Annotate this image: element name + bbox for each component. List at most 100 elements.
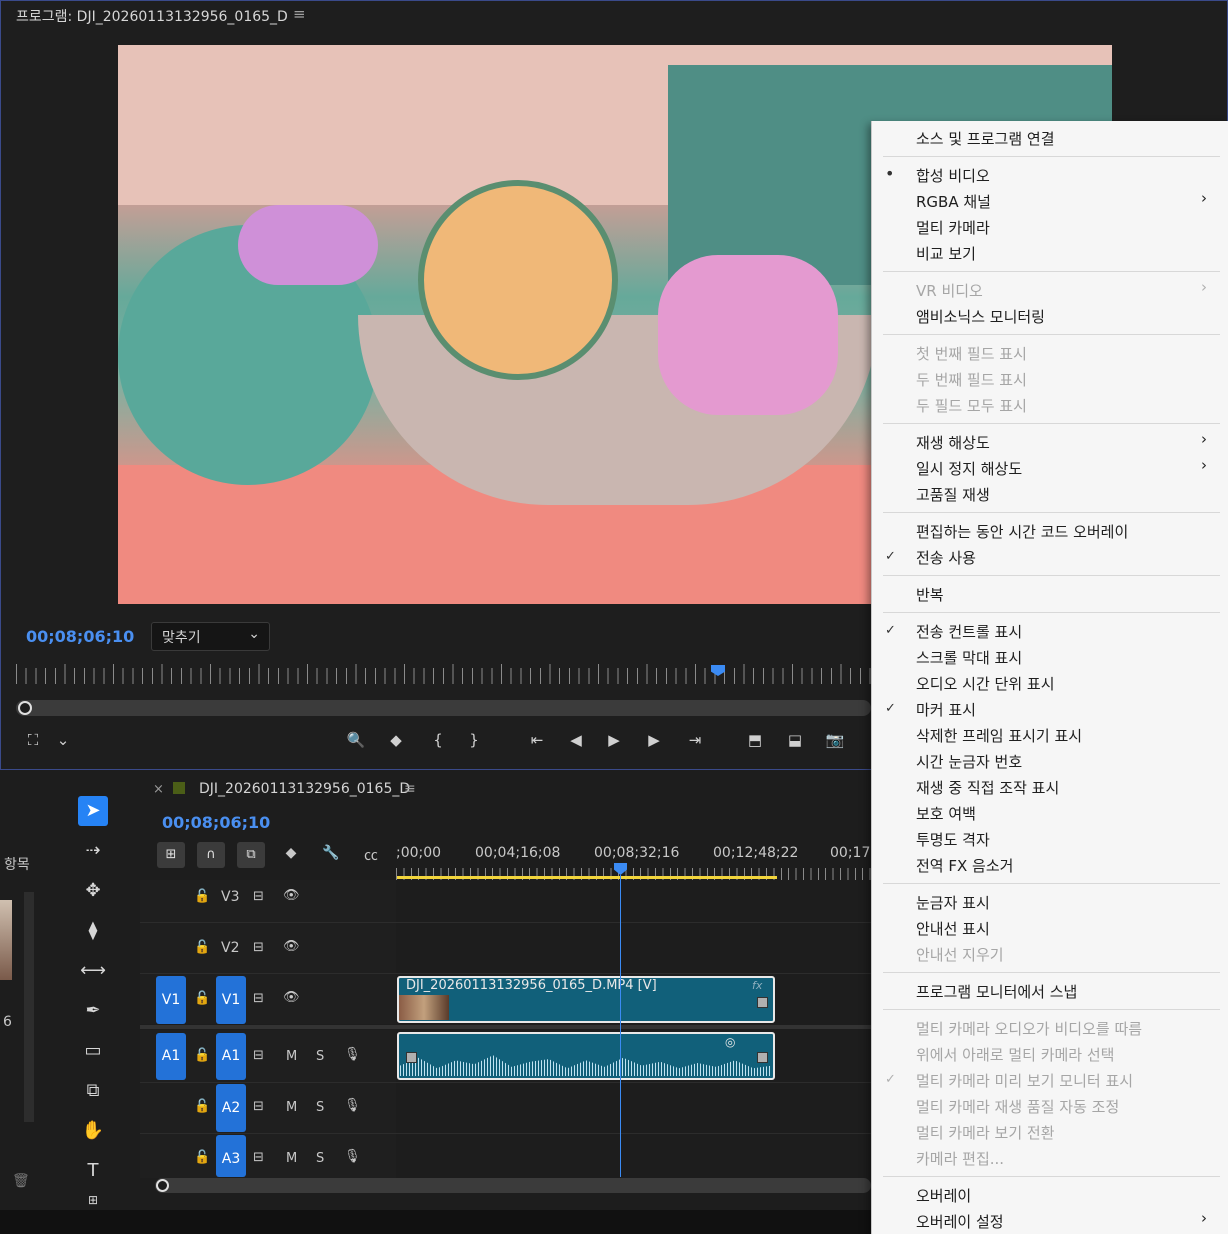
track-name-v3[interactable]: V3 — [221, 889, 239, 905]
menu-item-overlay-settings[interactable]: 오버레이 설정 — [916, 1211, 1004, 1232]
lock-icon[interactable]: 🔓 — [194, 889, 210, 904]
menu-item-show-second-field[interactable]: 두 번째 필드 표시 — [916, 369, 1027, 390]
captions-icon[interactable]: ㏄ — [359, 845, 383, 867]
menu-item-direct-manipulation-playback[interactable]: 재생 중 직접 조작 표시 — [916, 777, 1059, 798]
snap-magnet-icon[interactable]: ∩ — [197, 842, 225, 868]
zoom-fit-select[interactable]: 맞추기 ⌄ — [151, 622, 270, 651]
menu-item-show-scroll-bar[interactable]: 스크롤 막대 표시 — [916, 647, 1022, 668]
menu-item-safe-margins[interactable]: 보호 여백 — [916, 803, 976, 824]
zoom-search-icon[interactable]: 🔍 — [343, 728, 369, 752]
menu-item-multicam-toggle-view[interactable]: 멀티 카메라 보기 전환 — [916, 1122, 1055, 1143]
mark-out-icon[interactable]: } — [461, 728, 487, 752]
menu-item-multicam-audio-follows-video[interactable]: 멀티 카메라 오디오가 비디오를 따름 — [916, 1018, 1142, 1039]
menu-item-vr-video[interactable]: VR 비디오 — [916, 280, 983, 301]
slip-tool-icon[interactable]: ⟷ — [78, 956, 108, 986]
sequence-timecode[interactable]: 00;08;06;10 — [162, 813, 270, 832]
mark-in-icon[interactable]: { — [425, 728, 451, 752]
menu-item-playback-resolution[interactable]: 재생 해상도 — [916, 432, 990, 453]
sequence-tab-title[interactable]: DJI_20260113132956_0165_D — [199, 781, 410, 797]
menu-item-show-guides[interactable]: 안내선 표시 — [916, 918, 990, 939]
mute-button[interactable]: M — [286, 1049, 297, 1064]
track-target-a2[interactable]: A2 — [216, 1084, 246, 1132]
menu-item-snap-in-program-monitor[interactable]: 프로그램 모니터에서 스냅 — [916, 981, 1077, 1002]
go-to-in-icon[interactable]: ⇤ — [524, 728, 550, 752]
time-ruler[interactable] — [16, 668, 871, 684]
scrollbar-handle[interactable] — [156, 1179, 169, 1192]
menu-item-multicam-auto-quality[interactable]: 멀티 카메라 재생 품질 자동 조정 — [916, 1096, 1119, 1117]
lock-icon[interactable]: 🔓 — [194, 1150, 210, 1165]
microphone-icon[interactable]: 🎙 — [344, 1098, 361, 1113]
menu-item-show-dropped-frame-indicator[interactable]: 삭제한 프레임 표시기 표시 — [916, 725, 1082, 746]
lock-icon[interactable]: 🔓 — [194, 940, 210, 955]
ripple-edit-tool-icon[interactable]: ✥ — [78, 876, 108, 906]
lock-icon[interactable]: 🔓 — [194, 1099, 210, 1114]
sync-lock-icon[interactable]: ⊟ — [253, 1099, 264, 1114]
program-monitor-title[interactable]: 프로그램: DJI_20260113132956_0165_D — [16, 6, 288, 26]
playhead-timecode[interactable]: 00;08;06;10 — [26, 627, 134, 646]
menu-item-multicam-top-down-select[interactable]: 위에서 아래로 멀티 카메라 선택 — [916, 1044, 1114, 1065]
audio-keyframe-icon[interactable]: ◎ — [725, 1035, 735, 1049]
trash-icon[interactable]: 🗑 — [12, 1173, 30, 1189]
step-back-icon[interactable]: ◀ — [563, 728, 589, 752]
remix-tool-icon[interactable]: ⧉ — [78, 1076, 108, 1106]
track-name-v2[interactable]: V2 — [221, 940, 239, 956]
go-to-out-icon[interactable]: ⇥ — [682, 728, 708, 752]
project-thumbnail[interactable] — [0, 900, 12, 980]
eye-icon[interactable]: 👁 — [283, 888, 300, 903]
clip-start-handle-icon[interactable] — [406, 1052, 417, 1063]
safe-margins-icon[interactable]: ⛶ — [20, 728, 46, 752]
eye-icon[interactable]: 👁 — [283, 990, 300, 1005]
menu-item-multicam-preview-monitor[interactable]: 멀티 카메라 미리 보기 모니터 표시 — [916, 1070, 1133, 1091]
work-area-bar[interactable] — [397, 876, 777, 879]
panel-menu-icon[interactable]: ≡ — [404, 781, 416, 797]
timeline-scrollbar[interactable] — [155, 1178, 871, 1193]
menu-item-enable-transmit[interactable]: 전송 사용 — [916, 547, 976, 568]
menu-item-transparency-grid[interactable]: 투명도 격자 — [916, 829, 990, 850]
menu-item-comparison-view[interactable]: 비교 보기 — [916, 243, 976, 264]
linked-selection-icon[interactable]: ⧉ — [237, 842, 265, 868]
microphone-icon[interactable]: 🎙 — [344, 1047, 361, 1062]
menu-item-show-markers[interactable]: 마커 표시 — [916, 699, 976, 720]
track-select-tool-icon[interactable]: ⇢ — [78, 836, 108, 866]
menu-item-clear-guides[interactable]: 안내선 지우기 — [916, 944, 1004, 965]
lock-icon[interactable]: 🔓 — [194, 991, 210, 1006]
timeline-settings-wrench-icon[interactable]: 🔧 — [319, 845, 343, 867]
settings-chevron-icon[interactable]: ⌄ — [50, 728, 76, 752]
solo-button[interactable]: S — [316, 1100, 324, 1115]
add-marker-icon[interactable]: ◆ — [383, 728, 409, 752]
type-tool-icon[interactable]: T — [78, 1156, 108, 1186]
monitor-scrollbar[interactable] — [16, 700, 871, 716]
track-target-v1[interactable]: V1 — [216, 976, 246, 1024]
sync-lock-icon[interactable]: ⊟ — [253, 1150, 264, 1165]
sync-lock-icon[interactable]: ⊟ — [253, 889, 264, 904]
close-icon[interactable]: × — [153, 782, 164, 797]
source-patch-a1[interactable]: A1 — [156, 1033, 186, 1080]
track-target-a1[interactable]: A1 — [216, 1033, 246, 1080]
scrollbar-handle[interactable] — [18, 701, 32, 715]
menu-item-rgba-channels[interactable]: RGBA 채널 — [916, 191, 991, 212]
menu-item-high-quality-playback[interactable]: 고품질 재생 — [916, 484, 990, 505]
sync-lock-icon[interactable]: ⊟ — [253, 1048, 264, 1063]
lock-icon[interactable]: 🔓 — [194, 1048, 210, 1063]
export-frame-camera-icon[interactable]: 📷 — [822, 728, 848, 752]
menu-item-composite-video[interactable]: 합성 비디오 — [916, 165, 990, 186]
menu-item-show-rulers[interactable]: 눈금자 표시 — [916, 892, 990, 913]
solo-button[interactable]: S — [316, 1151, 324, 1166]
menu-item-time-ruler-numbers[interactable]: 시간 눈금자 번호 — [916, 751, 1022, 772]
play-icon[interactable]: ▶ — [601, 728, 627, 752]
menu-item-link-source-program[interactable]: 소스 및 프로그램 연결 — [916, 128, 1055, 149]
rectangle-tool-icon[interactable]: ▭ — [78, 1036, 108, 1066]
pen-tool-icon[interactable]: ✒ — [78, 996, 108, 1026]
lift-icon[interactable]: ⬒ — [742, 728, 768, 752]
menu-item-loop[interactable]: 반복 — [916, 584, 944, 605]
menu-item-paused-resolution[interactable]: 일시 정지 해상도 — [916, 458, 1022, 479]
menu-item-global-fx-mute[interactable]: 전역 FX 음소거 — [916, 855, 1013, 876]
fx-badge[interactable]: fx — [752, 979, 762, 992]
menu-item-show-audio-time-units[interactable]: 오디오 시간 단위 표시 — [916, 673, 1055, 694]
more-tools-icon[interactable]: ⊞ — [78, 1192, 108, 1208]
mute-button[interactable]: M — [286, 1151, 297, 1166]
solo-button[interactable]: S — [316, 1049, 324, 1064]
track-target-a3[interactable]: A3 — [216, 1135, 246, 1177]
clip-end-handle-icon[interactable] — [757, 1052, 768, 1063]
sync-lock-icon[interactable]: ⊟ — [253, 991, 264, 1006]
